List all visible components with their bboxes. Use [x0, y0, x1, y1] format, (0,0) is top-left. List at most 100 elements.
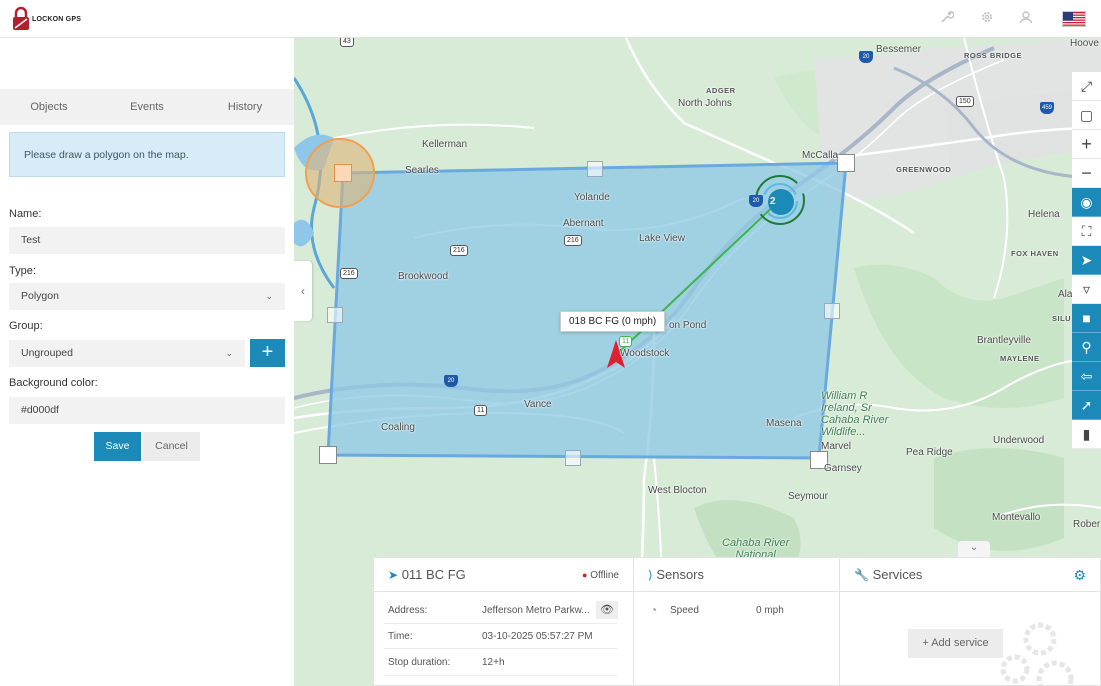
back-icon[interactable]: ⇦ — [1072, 362, 1101, 391]
logo[interactable]: LOCKON GPS — [12, 6, 81, 32]
vehicle-tooltip: 018 BC FG (0 mph) — [560, 311, 666, 332]
map-label: McCalla — [802, 150, 839, 161]
add-group-button[interactable]: + — [250, 339, 285, 367]
info-label: Stop duration: — [388, 657, 451, 668]
map-label: Brookwood — [398, 271, 449, 282]
cancel-button[interactable]: Cancel — [143, 432, 200, 461]
object-title[interactable]: 011 BC FG — [402, 567, 466, 582]
route-shield: 150 — [956, 96, 974, 107]
left-panel: Objects Events History Please draw a pol… — [0, 89, 294, 686]
polygon-midpoint[interactable] — [565, 450, 581, 466]
bg-color-label: Background color: — [9, 377, 98, 389]
map-label: Pea Ridge — [906, 447, 953, 458]
map-label: Searles — [405, 165, 439, 176]
map-label: Marvel — [821, 441, 852, 452]
info-label: Time: — [388, 631, 413, 642]
navigation-icon: ➤ — [388, 568, 399, 582]
polygon-vertex[interactable] — [334, 164, 352, 182]
save-button[interactable]: Save — [94, 432, 141, 461]
map-label: Coaling — [381, 422, 415, 433]
map-label: on Pond — [669, 320, 707, 331]
gear-icon[interactable] — [978, 10, 996, 28]
add-service-button[interactable]: + Add service — [908, 629, 1003, 658]
gears-watermark-icon — [1000, 622, 1074, 685]
map-label: West Blocton — [648, 485, 707, 496]
group-select[interactable]: Ungrouped ⌄ — [9, 340, 245, 367]
lock-logo-icon — [13, 6, 29, 30]
top-bar: LOCKON GPS — [0, 0, 1101, 38]
wrench-icon: 🔧 — [854, 568, 869, 582]
us-flag-icon[interactable] — [1062, 11, 1086, 27]
traffic-light-icon[interactable]: ▮ — [1072, 420, 1101, 449]
user-icon[interactable] — [1017, 10, 1035, 28]
signal-icon: ⟩ — [648, 568, 653, 582]
cluster-count[interactable]: 2 — [770, 196, 776, 207]
gear-icon[interactable]: ⚙ — [1073, 558, 1086, 592]
tab-objects[interactable]: Objects — [0, 89, 98, 125]
map-label: Montevallo — [992, 512, 1041, 523]
navigation-icon[interactable]: ➤ — [1072, 246, 1101, 275]
map-label: Seymour — [788, 491, 829, 502]
polygon-vertex[interactable] — [837, 154, 855, 172]
map-label: Underwood — [993, 435, 1045, 446]
zoom-out-button[interactable]: − — [1072, 159, 1101, 188]
route-shield: 11 — [474, 405, 488, 416]
draw-notice: Please draw a polygon on the map. — [9, 132, 285, 177]
fit-bounds-icon[interactable]: ⛶ — [1072, 217, 1101, 246]
polygon-midpoint[interactable] — [824, 303, 840, 319]
interstate-shield: 20 — [749, 195, 763, 207]
location-pin-icon[interactable]: ⚲ — [1072, 333, 1101, 362]
polygon-midpoint[interactable] — [327, 307, 343, 323]
speedometer-icon: ◔ — [650, 603, 658, 617]
map-label: Garnsey — [824, 463, 862, 474]
route-shield: 11 — [619, 336, 633, 347]
sensor-label: Speed — [670, 605, 699, 616]
route-shield: 216 — [564, 235, 582, 246]
plus-icon: + — [922, 637, 929, 649]
route-icon[interactable]: ➚ — [1072, 391, 1101, 420]
zoom-in-button[interactable]: + — [1072, 130, 1101, 159]
map-layers-icon[interactable]: ▢ — [1072, 101, 1101, 130]
type-select[interactable]: Polygon ⌄ — [9, 283, 285, 310]
info-value: 12+h — [482, 657, 505, 668]
tab-events[interactable]: Events — [98, 89, 196, 125]
info-value: 03-10-2025 05:57:27 PM — [482, 631, 593, 642]
type-value: Polygon — [21, 290, 59, 302]
sensors-header: ⟩ Sensors — [634, 558, 839, 592]
sensors-panel: ⟩ Sensors ◔ Speed 0 mph — [633, 557, 840, 686]
map-label: Ala — [1058, 289, 1073, 300]
map-label: Masena — [766, 418, 802, 429]
map-label: North Johns — [678, 98, 732, 109]
sensor-value: 0 mph — [756, 605, 784, 616]
eye-icon[interactable]: 👁 — [596, 601, 618, 619]
map-label: ROSS BRIDGE — [964, 51, 1023, 60]
bg-color-field[interactable]: #d000df — [9, 397, 285, 424]
target-icon[interactable]: ◉ — [1072, 188, 1101, 217]
services-panel: 🔧 Services ⚙ + Add service — [839, 557, 1101, 686]
collapse-panel-button[interactable]: ‹ — [294, 261, 312, 321]
map-label: FOX HAVEN — [1011, 249, 1059, 258]
tab-history[interactable]: History — [196, 89, 294, 125]
name-field[interactable]: Test — [9, 227, 285, 254]
map-label: Vance — [524, 399, 552, 410]
map-label: Woodstock — [620, 348, 670, 359]
fullscreen-icon[interactable]: ⤢ — [1072, 72, 1101, 101]
polygon-vertex[interactable] — [319, 446, 337, 464]
map-label: William R Ireland, Sr Cahaba River Wildl… — [821, 390, 889, 438]
route-shield: 43 — [340, 38, 354, 47]
map-label: ADGER — [706, 86, 736, 95]
group-label: Group: — [9, 320, 43, 332]
sensors-title: Sensors — [656, 567, 705, 582]
collapse-bottom-button[interactable]: ⌄ — [958, 541, 990, 557]
interstate-shield: 459 — [1040, 102, 1054, 114]
lock-icon[interactable]: ■ — [1072, 304, 1101, 333]
map-label: Abernant — [563, 218, 604, 229]
route-shield: 216 — [450, 245, 468, 256]
services-header: 🔧 Services ⚙ — [840, 558, 1100, 592]
wrench-icon[interactable] — [938, 10, 956, 28]
tab-bar: Objects Events History — [0, 89, 294, 125]
map-label: Yolande — [574, 192, 610, 203]
send-icon[interactable]: ▿ — [1072, 275, 1101, 304]
polygon-midpoint[interactable] — [587, 161, 603, 177]
divider — [384, 675, 617, 676]
